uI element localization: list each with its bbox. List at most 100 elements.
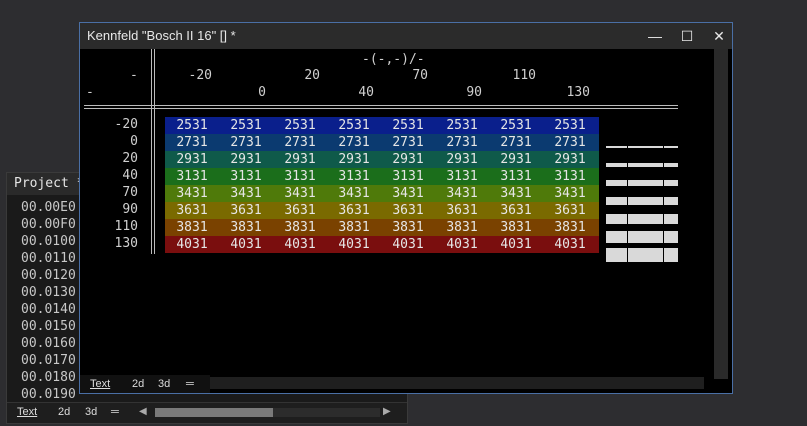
table-row[interactable]: 4031 4031 4031 4031 4031 4031 4031 4031 <box>165 236 599 253</box>
table-cell[interactable]: 2731 <box>165 134 219 151</box>
table-cell[interactable]: 4031 <box>165 236 219 253</box>
horizontal-scrollbar[interactable] <box>210 377 704 389</box>
table-cell[interactable]: 3131 <box>381 168 435 185</box>
table-cell[interactable]: 2931 <box>219 151 273 168</box>
table-cell[interactable]: 3631 <box>381 202 435 219</box>
table-cell[interactable]: 2931 <box>435 151 489 168</box>
table-row[interactable]: 2731 2731 2731 2731 2731 2731 2731 2731 <box>165 134 599 151</box>
list-item[interactable]: 00.0170 <box>21 352 76 369</box>
table-cell[interactable]: 2731 <box>435 134 489 151</box>
table-cell[interactable]: 3131 <box>327 168 381 185</box>
close-button[interactable]: ✕ <box>704 23 734 49</box>
table-cell[interactable]: 2731 <box>327 134 381 151</box>
table-cell[interactable]: 3831 <box>489 219 543 236</box>
table-row[interactable]: 2531 2531 2531 2531 2531 2531 2531 2531 <box>165 117 599 134</box>
table-cell[interactable]: 3631 <box>489 202 543 219</box>
table-cell[interactable]: 4031 <box>381 236 435 253</box>
table-cell[interactable]: 2731 <box>543 134 597 151</box>
table-row[interactable]: 3631 3631 3631 3631 3631 3631 3631 3631 <box>165 202 599 219</box>
table-cell[interactable]: 4031 <box>327 236 381 253</box>
tab-3d[interactable]: 3d <box>158 378 170 390</box>
table-cell[interactable]: 2931 <box>543 151 597 168</box>
tab-text[interactable]: Text <box>17 406 37 418</box>
list-item[interactable]: 00.0180 <box>21 369 76 386</box>
table-cell[interactable]: 3131 <box>489 168 543 185</box>
table-cell[interactable]: 3431 <box>381 185 435 202</box>
list-item[interactable]: 00.00E0 <box>21 199 76 216</box>
table-cell[interactable]: 3431 <box>165 185 219 202</box>
table-cell[interactable]: 2731 <box>489 134 543 151</box>
table-cell[interactable]: 3631 <box>543 202 597 219</box>
list-item[interactable]: 00.0190 <box>21 386 76 403</box>
list-item[interactable]: 00.0160 <box>21 335 76 352</box>
table-cell[interactable]: 3831 <box>543 219 597 236</box>
table-cell[interactable]: 2931 <box>273 151 327 168</box>
table-cell[interactable]: 2931 <box>381 151 435 168</box>
table-cell[interactable]: 4031 <box>543 236 597 253</box>
table-cell[interactable]: 3631 <box>219 202 273 219</box>
table-row[interactable]: 3131 3131 3131 3131 3131 3131 3131 3131 <box>165 168 599 185</box>
table-cell[interactable]: 2931 <box>489 151 543 168</box>
table-cell[interactable]: 2531 <box>327 117 381 134</box>
table-cell[interactable]: 3831 <box>435 219 489 236</box>
table-cell[interactable]: 3431 <box>273 185 327 202</box>
map-table[interactable]: -(-,-)/- - - -20 20 70 110 0 40 90 130 -… <box>84 49 710 377</box>
minimize-button[interactable]: — <box>640 23 670 49</box>
table-cell[interactable]: 3131 <box>435 168 489 185</box>
table-cell[interactable]: 2531 <box>165 117 219 134</box>
list-item[interactable]: 00.0120 <box>21 267 76 284</box>
table-cell[interactable]: 2931 <box>327 151 381 168</box>
table-cell[interactable]: 3831 <box>381 219 435 236</box>
table-cell[interactable]: 2531 <box>543 117 597 134</box>
table-cell[interactable]: 3631 <box>435 202 489 219</box>
table-cell[interactable]: 3431 <box>327 185 381 202</box>
table-cell[interactable]: 4031 <box>489 236 543 253</box>
table-row[interactable]: 2931 2931 2931 2931 2931 2931 2931 2931 <box>165 151 599 168</box>
table-cell[interactable]: 2931 <box>165 151 219 168</box>
table-cell[interactable]: 2531 <box>381 117 435 134</box>
table-cell[interactable]: 2531 <box>219 117 273 134</box>
table-cell[interactable]: 4031 <box>219 236 273 253</box>
scroll-left-icon[interactable]: ◀ <box>139 406 147 417</box>
table-cell[interactable]: 2531 <box>489 117 543 134</box>
tab-list[interactable]: ═ <box>186 378 194 390</box>
table-cell[interactable]: 3631 <box>327 202 381 219</box>
table-cell[interactable]: 3131 <box>543 168 597 185</box>
tab-2d[interactable]: 2d <box>58 406 70 418</box>
table-cell[interactable]: 3831 <box>165 219 219 236</box>
table-cell[interactable]: 4031 <box>273 236 327 253</box>
list-item[interactable]: 00.0140 <box>21 301 76 318</box>
tab-text[interactable]: Text <box>90 378 110 390</box>
table-cell[interactable]: 3431 <box>489 185 543 202</box>
table-cell[interactable]: 3131 <box>273 168 327 185</box>
table-cell[interactable]: 3431 <box>435 185 489 202</box>
table-row[interactable]: 3831 3831 3831 3831 3831 3831 3831 3831 <box>165 219 599 236</box>
table-cell[interactable]: 3831 <box>273 219 327 236</box>
list-item[interactable]: 00.0100 <box>21 233 76 250</box>
table-cell[interactable]: 3831 <box>219 219 273 236</box>
table-cell[interactable]: 3831 <box>327 219 381 236</box>
scrollbar-thumb[interactable] <box>155 408 273 417</box>
table-cell[interactable]: 3131 <box>219 168 273 185</box>
kennfeld-titlebar[interactable]: Kennfeld "Bosch II 16" [] * — ☐ ✕ <box>80 23 732 49</box>
horizontal-scrollbar[interactable] <box>155 408 380 417</box>
list-item[interactable]: 00.0150 <box>21 318 76 335</box>
table-cell[interactable]: 4031 <box>435 236 489 253</box>
scroll-right-icon[interactable]: ▶ <box>383 406 391 417</box>
table-row[interactable]: 3431 3431 3431 3431 3431 3431 3431 3431 <box>165 185 599 202</box>
tab-2d[interactable]: 2d <box>132 378 144 390</box>
table-cell[interactable]: 3131 <box>165 168 219 185</box>
table-cell[interactable]: 3631 <box>165 202 219 219</box>
table-cell[interactable]: 2731 <box>381 134 435 151</box>
table-cell[interactable]: 3431 <box>543 185 597 202</box>
table-cell[interactable]: 2531 <box>273 117 327 134</box>
table-cell[interactable]: 2731 <box>273 134 327 151</box>
list-item[interactable]: 00.0130 <box>21 284 76 301</box>
table-cell[interactable]: 2531 <box>435 117 489 134</box>
tab-3d[interactable]: 3d <box>85 406 97 418</box>
maximize-button[interactable]: ☐ <box>672 23 702 49</box>
list-item[interactable]: 00.00F0 <box>21 216 76 233</box>
table-cell[interactable]: 2731 <box>219 134 273 151</box>
table-cell[interactable]: 3431 <box>219 185 273 202</box>
list-item[interactable]: 00.0110 <box>21 250 76 267</box>
